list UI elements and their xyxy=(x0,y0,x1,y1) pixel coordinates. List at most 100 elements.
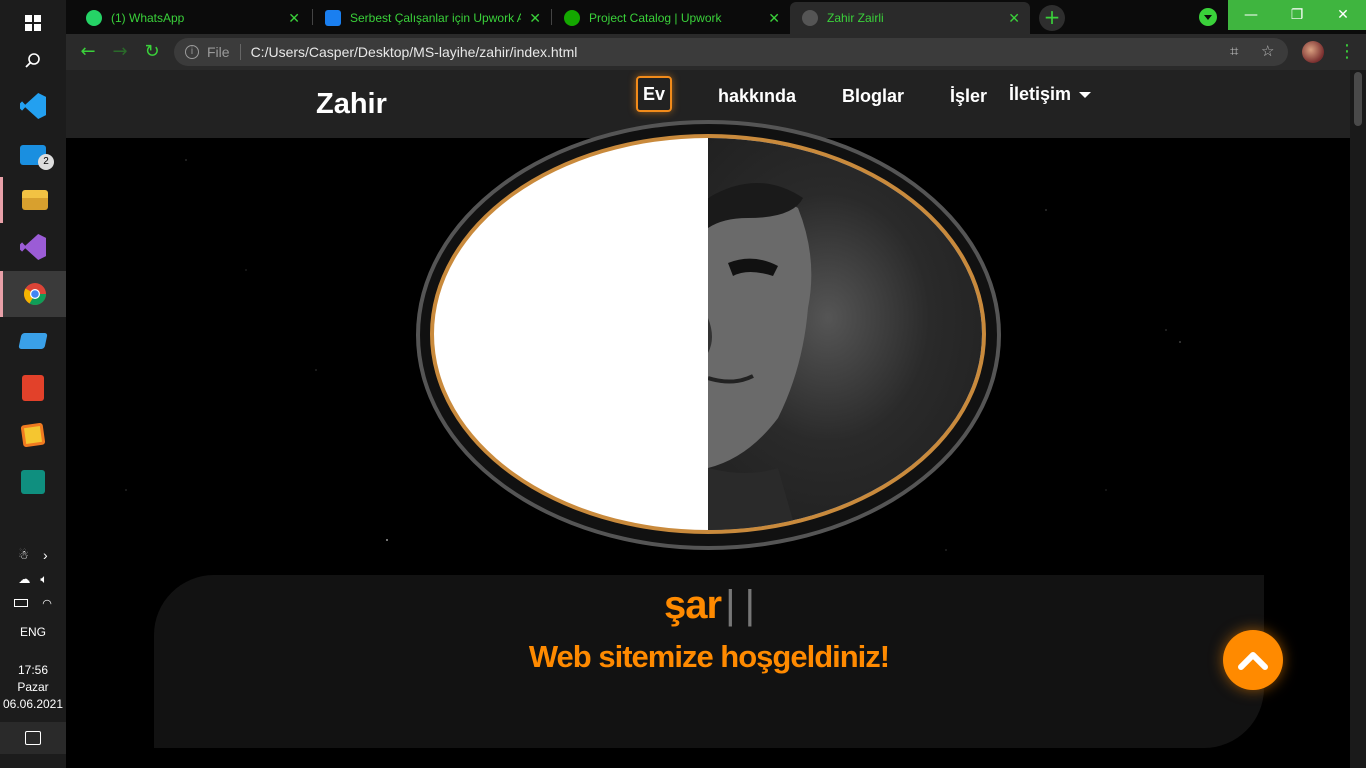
typed-text: şar | | xyxy=(154,583,1264,628)
nav-iletisim-dropdown[interactable]: İletişim xyxy=(1009,84,1092,104)
notification-icon xyxy=(25,731,41,745)
nav-iletisim-label: İletişim xyxy=(1009,84,1072,104)
url-scheme: File xyxy=(207,44,230,60)
arrow-left-icon: ← xyxy=(80,41,96,62)
nav-bloglar[interactable]: Bloglar xyxy=(842,86,904,106)
translate-icon[interactable]: ⌗ xyxy=(1230,38,1238,66)
volume-icon[interactable]: 🔈︎ xyxy=(40,572,47,587)
tab-project-catalog[interactable]: Project Catalog | Upwork ✕ xyxy=(552,2,790,34)
input-language[interactable]: ENG xyxy=(0,624,66,640)
address-divider xyxy=(239,44,241,60)
restore-button[interactable]: ❐ xyxy=(1274,0,1320,30)
visual-studio-icon xyxy=(20,234,46,260)
taskbar-mail[interactable]: 2 xyxy=(0,132,66,178)
close-icon: ✕ xyxy=(1337,7,1349,23)
close-icon[interactable]: ✕ xyxy=(288,10,300,27)
nav-ev[interactable]: Ev xyxy=(636,76,673,112)
app-store-favicon-icon xyxy=(325,10,341,26)
nav-hakkinda[interactable]: hakkında xyxy=(718,86,796,106)
profile-avatar[interactable] xyxy=(1302,41,1324,63)
face-illustration xyxy=(707,183,812,530)
vscode-icon xyxy=(20,93,46,119)
globe-favicon-icon xyxy=(802,10,818,26)
new-tab-button[interactable]: + xyxy=(1039,5,1065,31)
chrome-icon xyxy=(23,283,46,305)
portrait-frame xyxy=(430,134,986,534)
windows-taskbar: 2 ☃ › ☁ 🔈︎ ◠ ENG 17:56 Pazar 06.06.2021 xyxy=(0,0,66,768)
scroll-to-top-button[interactable] xyxy=(1223,630,1283,690)
back-button[interactable]: ← xyxy=(76,40,100,64)
bookmark-star-icon[interactable]: ☆ xyxy=(1261,38,1274,66)
taskbar-file-explorer[interactable] xyxy=(0,177,66,223)
caret-down-icon xyxy=(1079,92,1092,99)
browser-toolbar: ← → ↻ i File C:/Users/Casper/Desktop/MS-… xyxy=(66,34,1366,70)
portrait-photo xyxy=(707,138,982,530)
restore-icon: ❐ xyxy=(1290,7,1304,23)
windows-logo-icon xyxy=(25,15,41,31)
hero-card: şar | | Web sitemize hoşgeldiniz! xyxy=(154,575,1264,748)
chevron-right-icon[interactable]: › xyxy=(43,547,48,563)
tab-upwork-freelancers[interactable]: Serbest Çalışanlar için Upwork Ap ✕ xyxy=(313,2,551,34)
page-viewport: Zahir Ev hakkında Bloglar İşler İletişim xyxy=(66,70,1350,768)
tab-label: Project Catalog | Upwork xyxy=(589,11,722,25)
extension-button[interactable] xyxy=(1199,8,1217,26)
tab-whatsapp[interactable]: (1) WhatsApp ✕ xyxy=(74,2,310,34)
reload-button[interactable]: ↻ xyxy=(140,40,164,64)
taskbar-vscode[interactable] xyxy=(0,83,66,129)
tab-strip: (1) WhatsApp ✕ Serbest Çalışanlar için U… xyxy=(66,0,1366,34)
clock-time[interactable]: 17:56 xyxy=(0,662,66,678)
tab-zahir-zairli[interactable]: Zahir Zairli ✕ xyxy=(790,2,1030,34)
page-scrollbar[interactable] xyxy=(1350,70,1366,768)
people-icon[interactable]: ☃ xyxy=(18,548,29,562)
close-icon[interactable]: ✕ xyxy=(1008,10,1020,27)
welcome-heading: Web sitemize hoşgeldiniz! xyxy=(528,639,890,674)
search-icon xyxy=(25,53,40,68)
file-explorer-icon xyxy=(21,190,48,210)
office-icon xyxy=(22,375,44,401)
clock-date[interactable]: 06.06.2021 xyxy=(0,696,66,712)
minimize-icon: — xyxy=(1244,7,1258,23)
arrow-right-icon: → xyxy=(112,41,128,62)
reload-icon: ↻ xyxy=(144,41,160,62)
taskbar-office[interactable] xyxy=(0,365,66,411)
close-icon[interactable]: ✕ xyxy=(529,10,541,27)
taskbar-laptop-app[interactable] xyxy=(0,318,66,364)
wifi-icon[interactable]: ◠ xyxy=(42,597,52,610)
publisher-icon xyxy=(21,470,45,494)
sticky-app-icon xyxy=(20,422,46,448)
close-window-button[interactable]: ✕ xyxy=(1320,0,1366,30)
site-brand[interactable]: Zahir xyxy=(316,88,387,121)
clock-day[interactable]: Pazar xyxy=(0,679,66,695)
forward-button[interactable]: → xyxy=(108,40,132,64)
battery-icon[interactable] xyxy=(14,599,29,607)
download-arrow-icon xyxy=(1204,15,1212,20)
tray-icons-row-3: ◠ xyxy=(0,594,66,612)
taskbar-search-button[interactable] xyxy=(0,38,66,84)
action-center-button[interactable] xyxy=(0,722,66,754)
taskbar-sticky-app[interactable] xyxy=(0,412,66,458)
onedrive-icon[interactable]: ☁ xyxy=(18,572,30,586)
laptop-icon xyxy=(18,333,48,349)
scrollbar-thumb[interactable] xyxy=(1354,72,1362,126)
info-icon[interactable]: i xyxy=(185,45,199,59)
minimize-button[interactable]: — xyxy=(1228,0,1274,30)
chrome-window: (1) WhatsApp ✕ Serbest Çalışanlar için U… xyxy=(66,0,1366,768)
taskbar-publisher[interactable] xyxy=(0,459,66,505)
typed-word: şar xyxy=(664,583,722,627)
address-bar[interactable]: i File C:/Users/Casper/Desktop/MS-layihe… xyxy=(174,38,1288,66)
whatsapp-favicon-icon xyxy=(86,10,102,26)
chrome-menu-icon[interactable]: ⋮ xyxy=(1338,40,1356,64)
mail-badge: 2 xyxy=(38,154,54,170)
taskbar-chrome[interactable] xyxy=(0,271,66,317)
tab-label: Serbest Çalışanlar için Upwork Ap xyxy=(350,11,522,25)
tray-icons-row-1: ☃ › xyxy=(0,546,66,564)
nav-isler[interactable]: İşler xyxy=(950,86,987,106)
chevron-up-icon xyxy=(1238,652,1268,670)
typing-cursor: | | xyxy=(725,583,755,627)
close-icon[interactable]: ✕ xyxy=(768,10,780,27)
taskbar-visual-studio[interactable] xyxy=(0,224,66,270)
tab-label: (1) WhatsApp xyxy=(111,11,185,25)
upwork-favicon-icon xyxy=(564,10,580,26)
url-text[interactable]: C:/Users/Casper/Desktop/MS-layihe/zahir/… xyxy=(251,44,578,60)
tray-icons-row-2: ☁ 🔈︎ xyxy=(0,570,66,588)
